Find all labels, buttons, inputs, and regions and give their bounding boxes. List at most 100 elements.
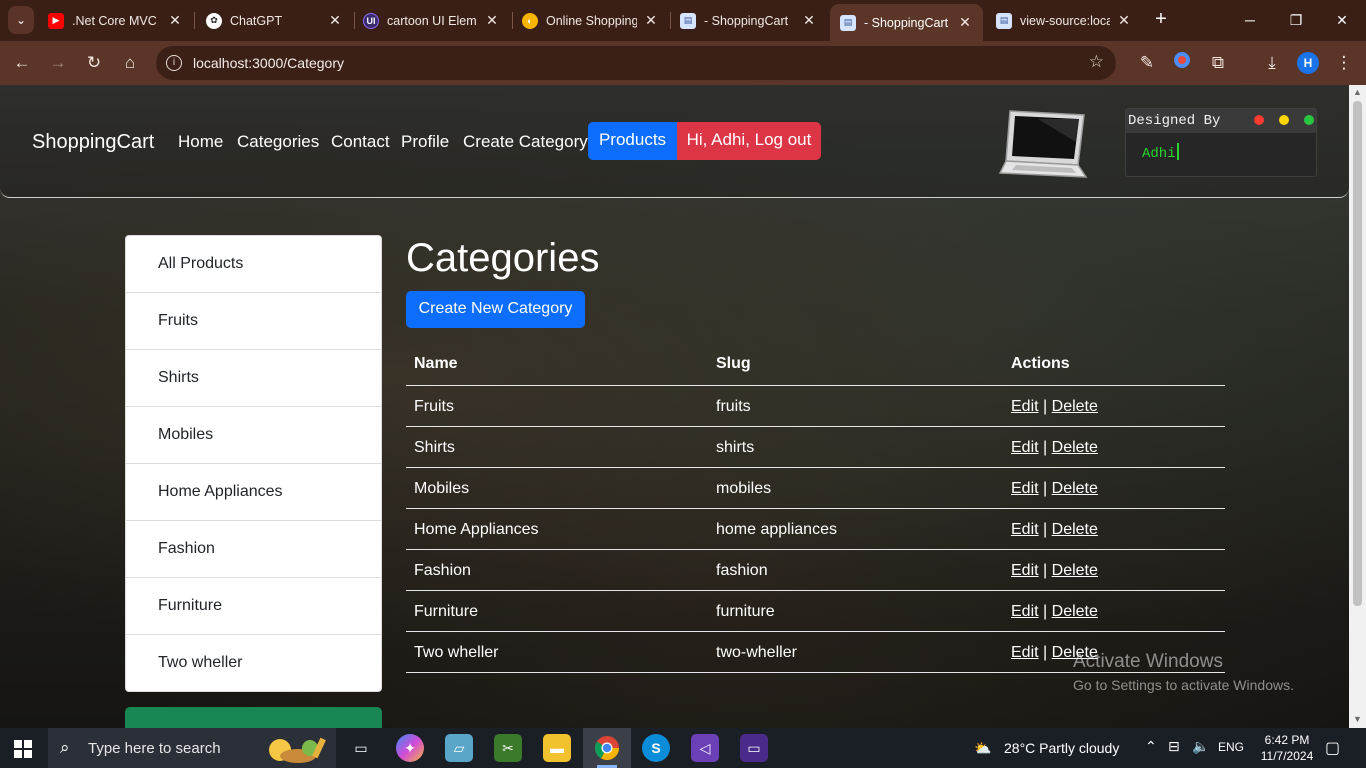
edit-link[interactable]: Edit (1011, 439, 1039, 456)
language-indicator[interactable]: ENG (1218, 740, 1244, 754)
products-button[interactable]: Products (588, 122, 677, 160)
skype-icon[interactable]: S (642, 734, 670, 762)
edit-link[interactable]: Edit (1011, 398, 1039, 415)
logout-button[interactable]: Hi, Adhi, Log out (677, 122, 821, 160)
green-button-partial[interactable] (125, 707, 382, 728)
reload-icon[interactable]: ↻ (82, 51, 106, 75)
page-icon: ▤ (680, 12, 696, 29)
nav-contact[interactable]: Contact (331, 132, 390, 152)
sidebar-item-furniture[interactable]: Furniture (126, 578, 381, 635)
extensions-puzzle-icon[interactable]: ⧉ (1206, 51, 1230, 75)
tab-close-icon[interactable]: ✕ (1116, 12, 1132, 29)
home-icon[interactable]: ⌂ (118, 51, 142, 75)
category-name: Mobiles (414, 480, 470, 497)
category-name: Fashion (414, 562, 471, 579)
scroll-down-icon[interactable]: ▼ (1349, 714, 1366, 726)
create-new-category-button[interactable]: Create New Category (406, 291, 585, 328)
tab-close-icon[interactable]: ✕ (167, 12, 183, 29)
notification-icon[interactable]: ▢ (1325, 738, 1340, 758)
tab-search-dropdown-icon[interactable]: ⌄ (8, 6, 34, 34)
action-separator: | (1043, 480, 1048, 497)
search-placeholder: Type here to search (88, 740, 221, 757)
restore-icon[interactable]: ❐ (1274, 8, 1318, 32)
browser-tab-3[interactable]: UI cartoon UI Elem ✕ (353, 6, 510, 35)
tray-chevron-icon[interactable]: ⌃ (1145, 738, 1157, 755)
nav-categories[interactable]: Categories (237, 132, 319, 152)
scroll-thumb[interactable] (1353, 101, 1362, 606)
nav-create-category[interactable]: Create Category (463, 132, 588, 152)
tab-close-icon[interactable]: ✕ (484, 12, 500, 29)
file-explorer-icon[interactable]: ▬ (543, 734, 571, 762)
weather-icon[interactable]: ⛅ (972, 734, 994, 762)
browser-menu-icon[interactable]: ⋮ (1332, 51, 1356, 75)
chrome-app-icon[interactable] (593, 734, 621, 762)
tab-title: ChatGPT (230, 13, 283, 28)
profile-avatar[interactable]: H (1297, 52, 1319, 74)
delete-link[interactable]: Delete (1052, 439, 1098, 456)
taskbar-search-box[interactable]: ⌕ Type here to search (48, 728, 336, 768)
sidebar-item-fruits[interactable]: Fruits (126, 293, 381, 350)
back-icon[interactable]: ← (10, 51, 34, 75)
new-tab-button[interactable]: + (1150, 8, 1172, 32)
category-slug: two-wheller (716, 644, 797, 661)
snipping-tool-icon[interactable]: ✂ (494, 734, 522, 762)
edit-link[interactable]: Edit (1011, 603, 1039, 620)
network-icon[interactable]: ⊟ (1168, 738, 1180, 755)
site-brand[interactable]: ShoppingCart (32, 131, 154, 154)
browser-tab-5[interactable]: ▤ - ShoppingCart ✕ (670, 6, 827, 35)
scroll-up-icon[interactable]: ▲ (1349, 87, 1366, 99)
browser-tab-7[interactable]: ▤ view-source:loca ✕ (986, 6, 1142, 35)
edit-link[interactable]: Edit (1011, 480, 1039, 497)
windows-start-icon[interactable] (14, 740, 32, 763)
sidebar-item-shirts[interactable]: Shirts (126, 350, 381, 407)
copilot-icon[interactable]: ✦ (396, 734, 424, 762)
tab-close-icon[interactable]: ✕ (801, 12, 817, 29)
eyedropper-icon[interactable]: ✎ (1135, 51, 1159, 75)
browser-tab-1[interactable]: ▶ .Net Core MVC ( ✕ (38, 6, 193, 35)
delete-link[interactable]: Delete (1052, 398, 1098, 415)
nav-profile[interactable]: Profile (401, 132, 449, 152)
nav-home[interactable]: Home (178, 132, 223, 152)
sidebar-item-fashion[interactable]: Fashion (126, 521, 381, 578)
terminal-app-icon[interactable]: ▭ (740, 734, 768, 762)
action-separator: | (1043, 644, 1048, 661)
bookmark-star-icon[interactable]: ☆ (1089, 52, 1104, 72)
forward-icon[interactable]: → (46, 51, 70, 75)
sidebar-item-two-wheller[interactable]: Two wheller (126, 635, 381, 691)
site-info-icon[interactable]: i (166, 55, 182, 71)
extension-color-icon[interactable] (1170, 51, 1194, 75)
delete-link[interactable]: Delete (1052, 521, 1098, 538)
delete-link[interactable]: Delete (1052, 562, 1098, 579)
download-icon[interactable]: ⤓ (1260, 51, 1284, 75)
clock-time: 6:42 PM (1264, 733, 1310, 747)
browser-tab-2[interactable]: ✿ ChatGPT ✕ (196, 6, 353, 35)
edit-link[interactable]: Edit (1011, 521, 1039, 538)
task-view-icon[interactable]: ▭ (347, 734, 375, 762)
tab-close-icon[interactable]: ✕ (643, 12, 659, 29)
weather-text[interactable]: 28°C Partly cloudy (1004, 740, 1119, 756)
category-slug: furniture (716, 603, 775, 620)
row-actions: Edit | Delete (1011, 603, 1098, 621)
sidebar-item-home-appliances[interactable]: Home Appliances (126, 464, 381, 521)
tab-close-icon[interactable]: ✕ (327, 12, 343, 29)
sidebar-item-mobiles[interactable]: Mobiles (126, 407, 381, 464)
address-bar[interactable]: i localhost:3000/Category ☆ (156, 46, 1116, 80)
edit-link[interactable]: Edit (1011, 644, 1039, 661)
browser-tab-4[interactable]: ◐ Online Shopping ✕ (512, 6, 669, 35)
page-scrollbar[interactable]: ▲ ▼ (1349, 85, 1366, 728)
minimize-icon[interactable]: ─ (1228, 8, 1272, 32)
visual-studio-icon[interactable]: ◁ (691, 734, 719, 762)
browser-tab-active[interactable]: ▤ - ShoppingCart ✕ (830, 4, 983, 41)
terminal-cursor (1176, 143, 1179, 160)
sidebar-item-all-products[interactable]: All Products (126, 236, 381, 293)
tab-close-icon[interactable]: ✕ (957, 14, 973, 31)
volume-icon[interactable]: 🔈 (1192, 738, 1209, 755)
edit-link[interactable]: Edit (1011, 562, 1039, 579)
delete-link[interactable]: Delete (1052, 480, 1098, 497)
system-clock[interactable]: 6:42 PM 11/7/2024 (1257, 732, 1317, 764)
notepad-app-icon[interactable]: ▱ (445, 734, 473, 762)
window-close-icon[interactable]: ✕ (1320, 8, 1364, 32)
delete-link[interactable]: Delete (1052, 603, 1098, 620)
tab-title: cartoon UI Elem (387, 13, 477, 28)
url-text[interactable]: localhost:3000/Category (193, 55, 344, 71)
